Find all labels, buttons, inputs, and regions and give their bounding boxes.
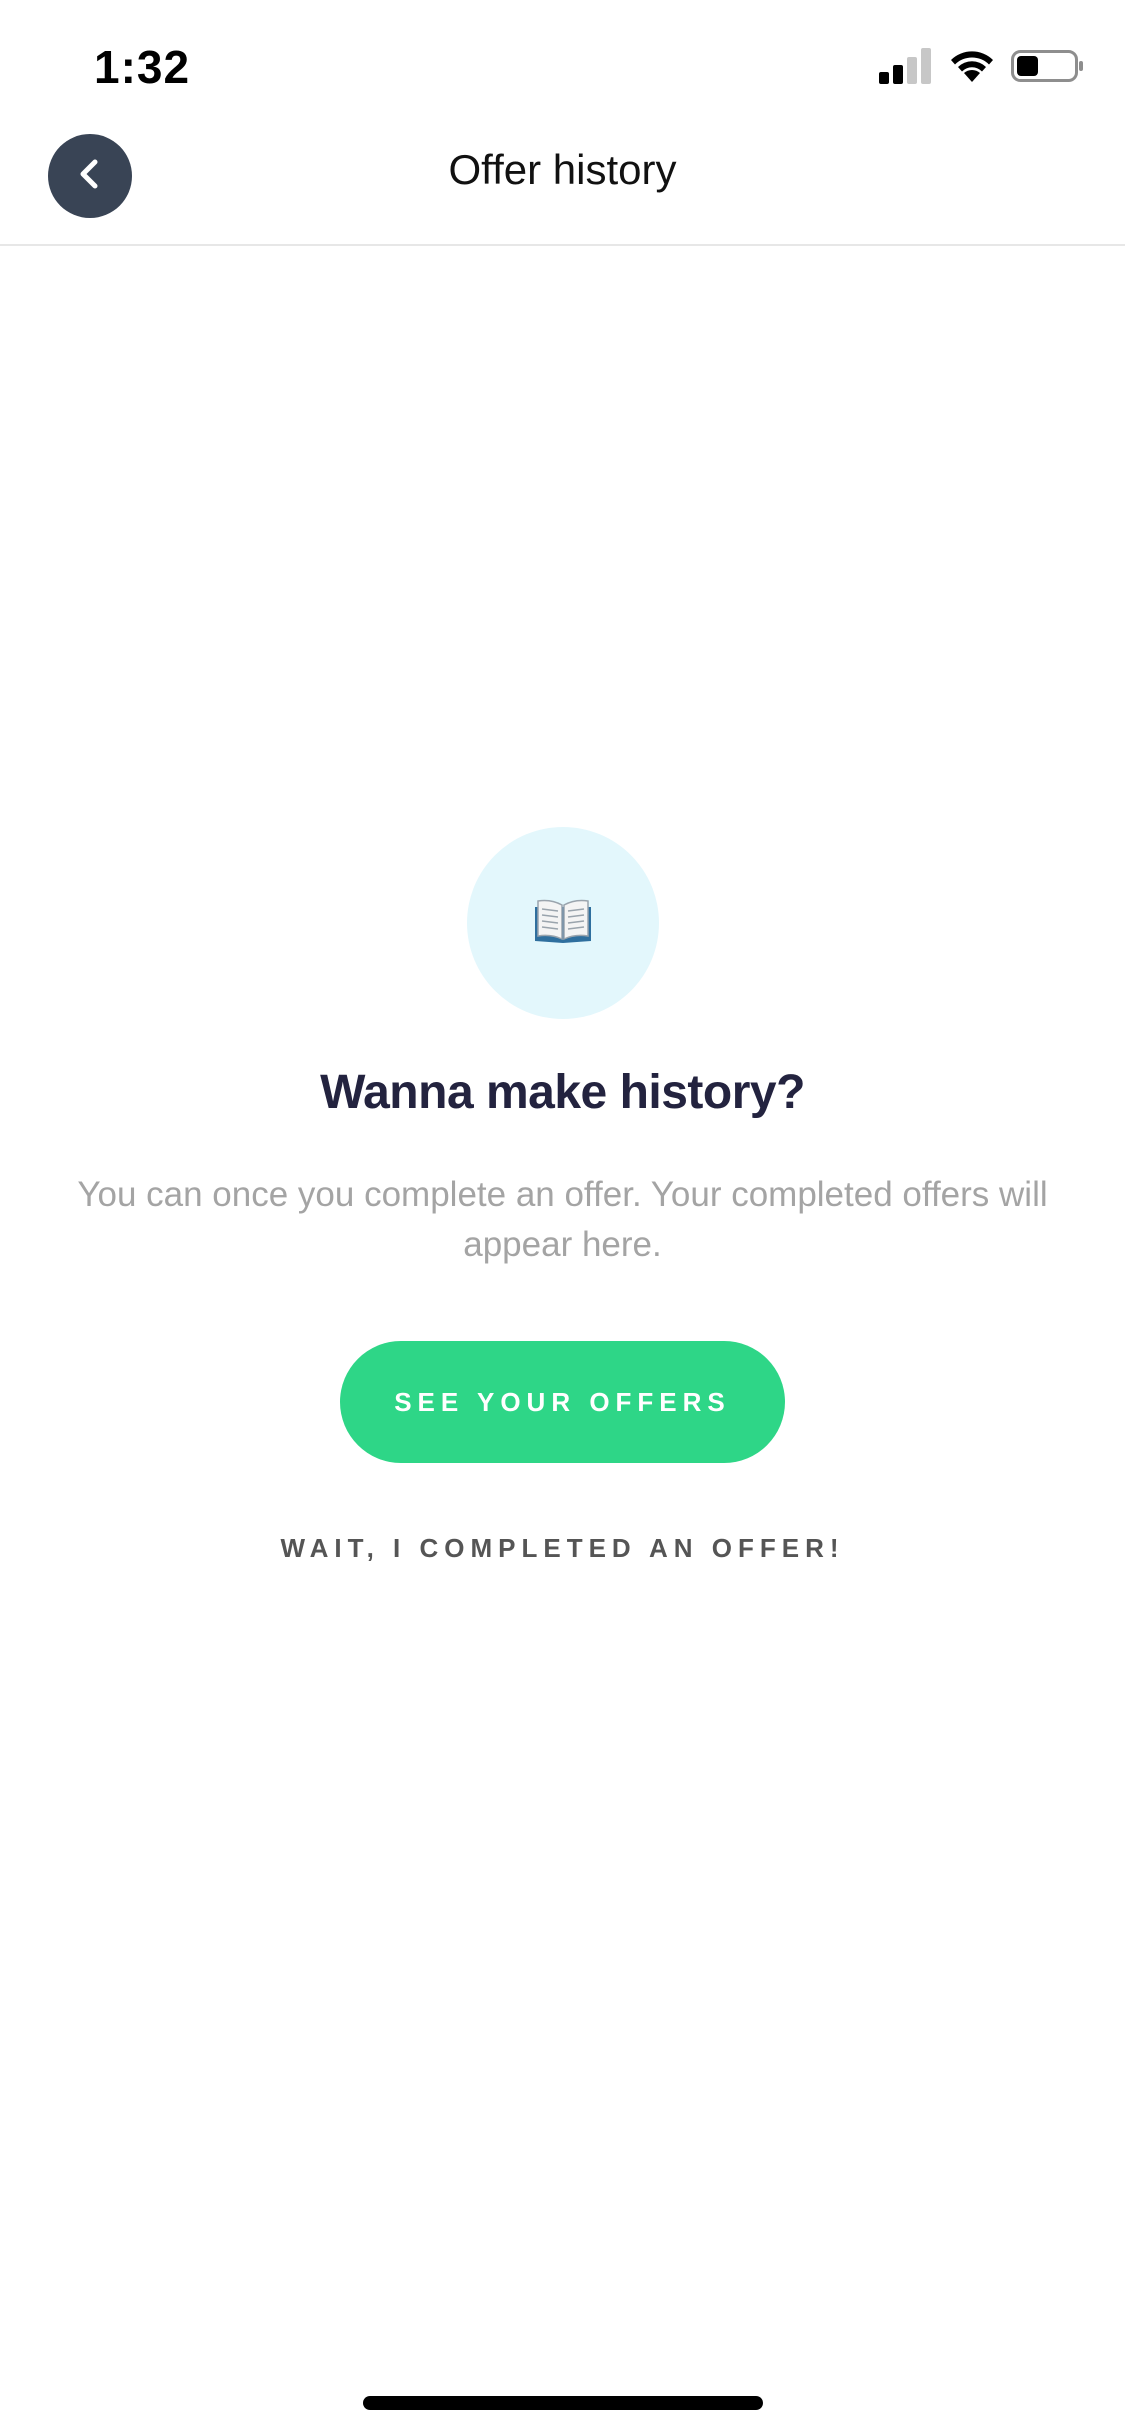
open-book-icon xyxy=(533,897,593,950)
nav-bar: Offer history xyxy=(0,132,1125,246)
status-icons xyxy=(879,47,1085,89)
home-indicator[interactable] xyxy=(363,2396,763,2410)
status-time: 1:32 xyxy=(94,41,191,93)
wifi-icon xyxy=(949,48,995,89)
empty-state-description: You can once you complete an offer. Your… xyxy=(77,1175,1048,1264)
see-your-offers-button[interactable]: SEE YOUR OFFERS xyxy=(340,1341,785,1463)
battery-icon xyxy=(1011,48,1085,89)
status-bar: 1:32 xyxy=(0,0,1125,132)
completed-offer-link[interactable]: WAIT, I COMPLETED AN OFFER! xyxy=(0,1533,1125,1564)
signal-icon xyxy=(879,47,933,89)
empty-state-icon-circle xyxy=(467,827,659,1019)
empty-state-title: Wanna make history? xyxy=(320,1066,805,1119)
page-title: Offer history xyxy=(448,146,677,193)
